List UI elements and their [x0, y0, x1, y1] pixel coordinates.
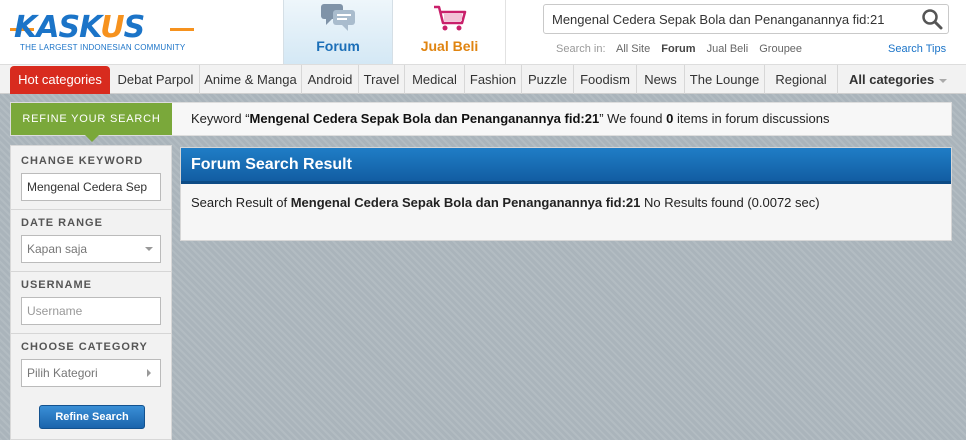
username-title: USERNAME	[21, 279, 92, 291]
result-prefix: Search Result of	[191, 195, 291, 210]
username-input[interactable]: Username	[21, 297, 161, 325]
search-input[interactable]	[544, 5, 914, 33]
search-icon[interactable]	[920, 8, 944, 30]
summary-suffix: items in forum discussions	[673, 111, 830, 126]
refine-search-button[interactable]: Refine Search	[39, 405, 145, 429]
result-title: Forum Search Result	[191, 156, 352, 173]
result-message: Search Result of Mengenal Cedera Sepak B…	[191, 193, 821, 213]
chevron-right-icon	[147, 369, 151, 377]
forum-icon	[321, 4, 355, 31]
chevron-down-icon	[939, 78, 948, 83]
shopping-cart-icon	[433, 5, 466, 31]
refine-bar: REFINE YOUR SEARCH Keyword “Mengenal Ced…	[10, 102, 952, 142]
chevron-down-icon	[145, 247, 153, 251]
date-range-section: DATE RANGE Kapan saja	[11, 217, 171, 273]
kaskus-logo[interactable]: KASKUS THE LARGEST INDONESIAN COMMUNITY	[10, 10, 195, 56]
logo-accent-right	[170, 28, 194, 31]
result-header: Forum Search Result	[181, 148, 951, 184]
tab-jual-beli-label: Jual Beli	[420, 38, 479, 54]
category-item[interactable]: Debat Parpol	[112, 65, 200, 94]
search-tips-link[interactable]: Search Tips	[888, 43, 946, 55]
all-categories-button[interactable]: All categories	[838, 65, 950, 94]
forum-search-result-panel: Forum Search Result Search Result of Men…	[180, 147, 952, 241]
category-item[interactable]: News	[637, 65, 685, 94]
category-item[interactable]: The Lounge	[685, 65, 765, 94]
search-scope-groupee[interactable]: Groupee	[759, 43, 802, 55]
refine-your-search-label: REFINE YOUR SEARCH	[11, 103, 172, 135]
date-range-title: DATE RANGE	[21, 217, 103, 229]
search-scope-forum[interactable]: Forum	[661, 43, 695, 55]
category-select[interactable]: Pilih Kategori	[21, 359, 161, 387]
result-suffix: No Results found (0.0072 sec)	[640, 195, 820, 210]
category-value: Pilih Kategori	[27, 366, 98, 380]
search-box	[543, 4, 949, 34]
category-item[interactable]: Medical	[405, 65, 465, 94]
tab-jual-beli[interactable]: Jual Beli	[394, 0, 506, 64]
category-item[interactable]: Puzzle	[522, 65, 574, 94]
search-in-label: Search in:	[556, 43, 606, 55]
category-item[interactable]: Fashion	[465, 65, 522, 94]
category-item[interactable]: Travel	[359, 65, 405, 94]
divider	[11, 209, 171, 210]
divider	[11, 271, 171, 272]
search-summary: Keyword “Mengenal Cedera Sepak Bola dan …	[191, 103, 829, 135]
tab-forum-label: Forum	[316, 38, 360, 54]
category-item[interactable]: Regional	[765, 65, 838, 94]
summary-middle: ” We found	[599, 111, 667, 126]
category-bar: Hot categories Debat Parpol Anime & Mang…	[0, 64, 966, 94]
logo-tagline: THE LARGEST INDONESIAN COMMUNITY	[20, 43, 186, 52]
refine-pointer	[85, 135, 99, 142]
choose-category-title: CHOOSE CATEGORY	[21, 341, 148, 353]
refine-sidebar: CHANGE KEYWORD Mengenal Cedera Sep DATE …	[10, 145, 172, 440]
date-range-value: Kapan saja	[27, 242, 88, 256]
category-section: CHOOSE CATEGORY Pilih Kategori	[11, 341, 171, 397]
search-scope: Search in: All Site Forum Jual Beli Grou…	[556, 43, 810, 55]
summary-prefix: Keyword “	[191, 111, 250, 126]
all-categories-label: All categories	[849, 72, 935, 87]
summary-keyword: Mengenal Cedera Sepak Bola dan Penangana…	[249, 111, 600, 126]
site-header: KASKUS THE LARGEST INDONESIAN COMMUNITY …	[0, 0, 966, 64]
change-keyword-title: CHANGE KEYWORD	[21, 155, 144, 167]
keyword-section: CHANGE KEYWORD Mengenal Cedera Sep	[11, 155, 171, 211]
logo-wordmark: KASKUS	[14, 10, 145, 45]
username-section: USERNAME Username	[11, 279, 171, 335]
category-item[interactable]: Anime & Manga	[200, 65, 302, 94]
tab-forum[interactable]: Forum	[283, 0, 393, 64]
category-item[interactable]: Android	[302, 65, 359, 94]
keyword-input[interactable]: Mengenal Cedera Sep	[21, 173, 161, 201]
divider	[11, 333, 171, 334]
category-item[interactable]: Foodism	[574, 65, 637, 94]
search-scope-jual-beli[interactable]: Jual Beli	[707, 43, 749, 55]
search-scope-all-site[interactable]: All Site	[616, 43, 650, 55]
result-keyword: Mengenal Cedera Sepak Bola dan Penangana…	[290, 195, 641, 210]
hot-categories-button[interactable]: Hot categories	[10, 66, 110, 94]
date-range-select[interactable]: Kapan saja	[21, 235, 161, 263]
